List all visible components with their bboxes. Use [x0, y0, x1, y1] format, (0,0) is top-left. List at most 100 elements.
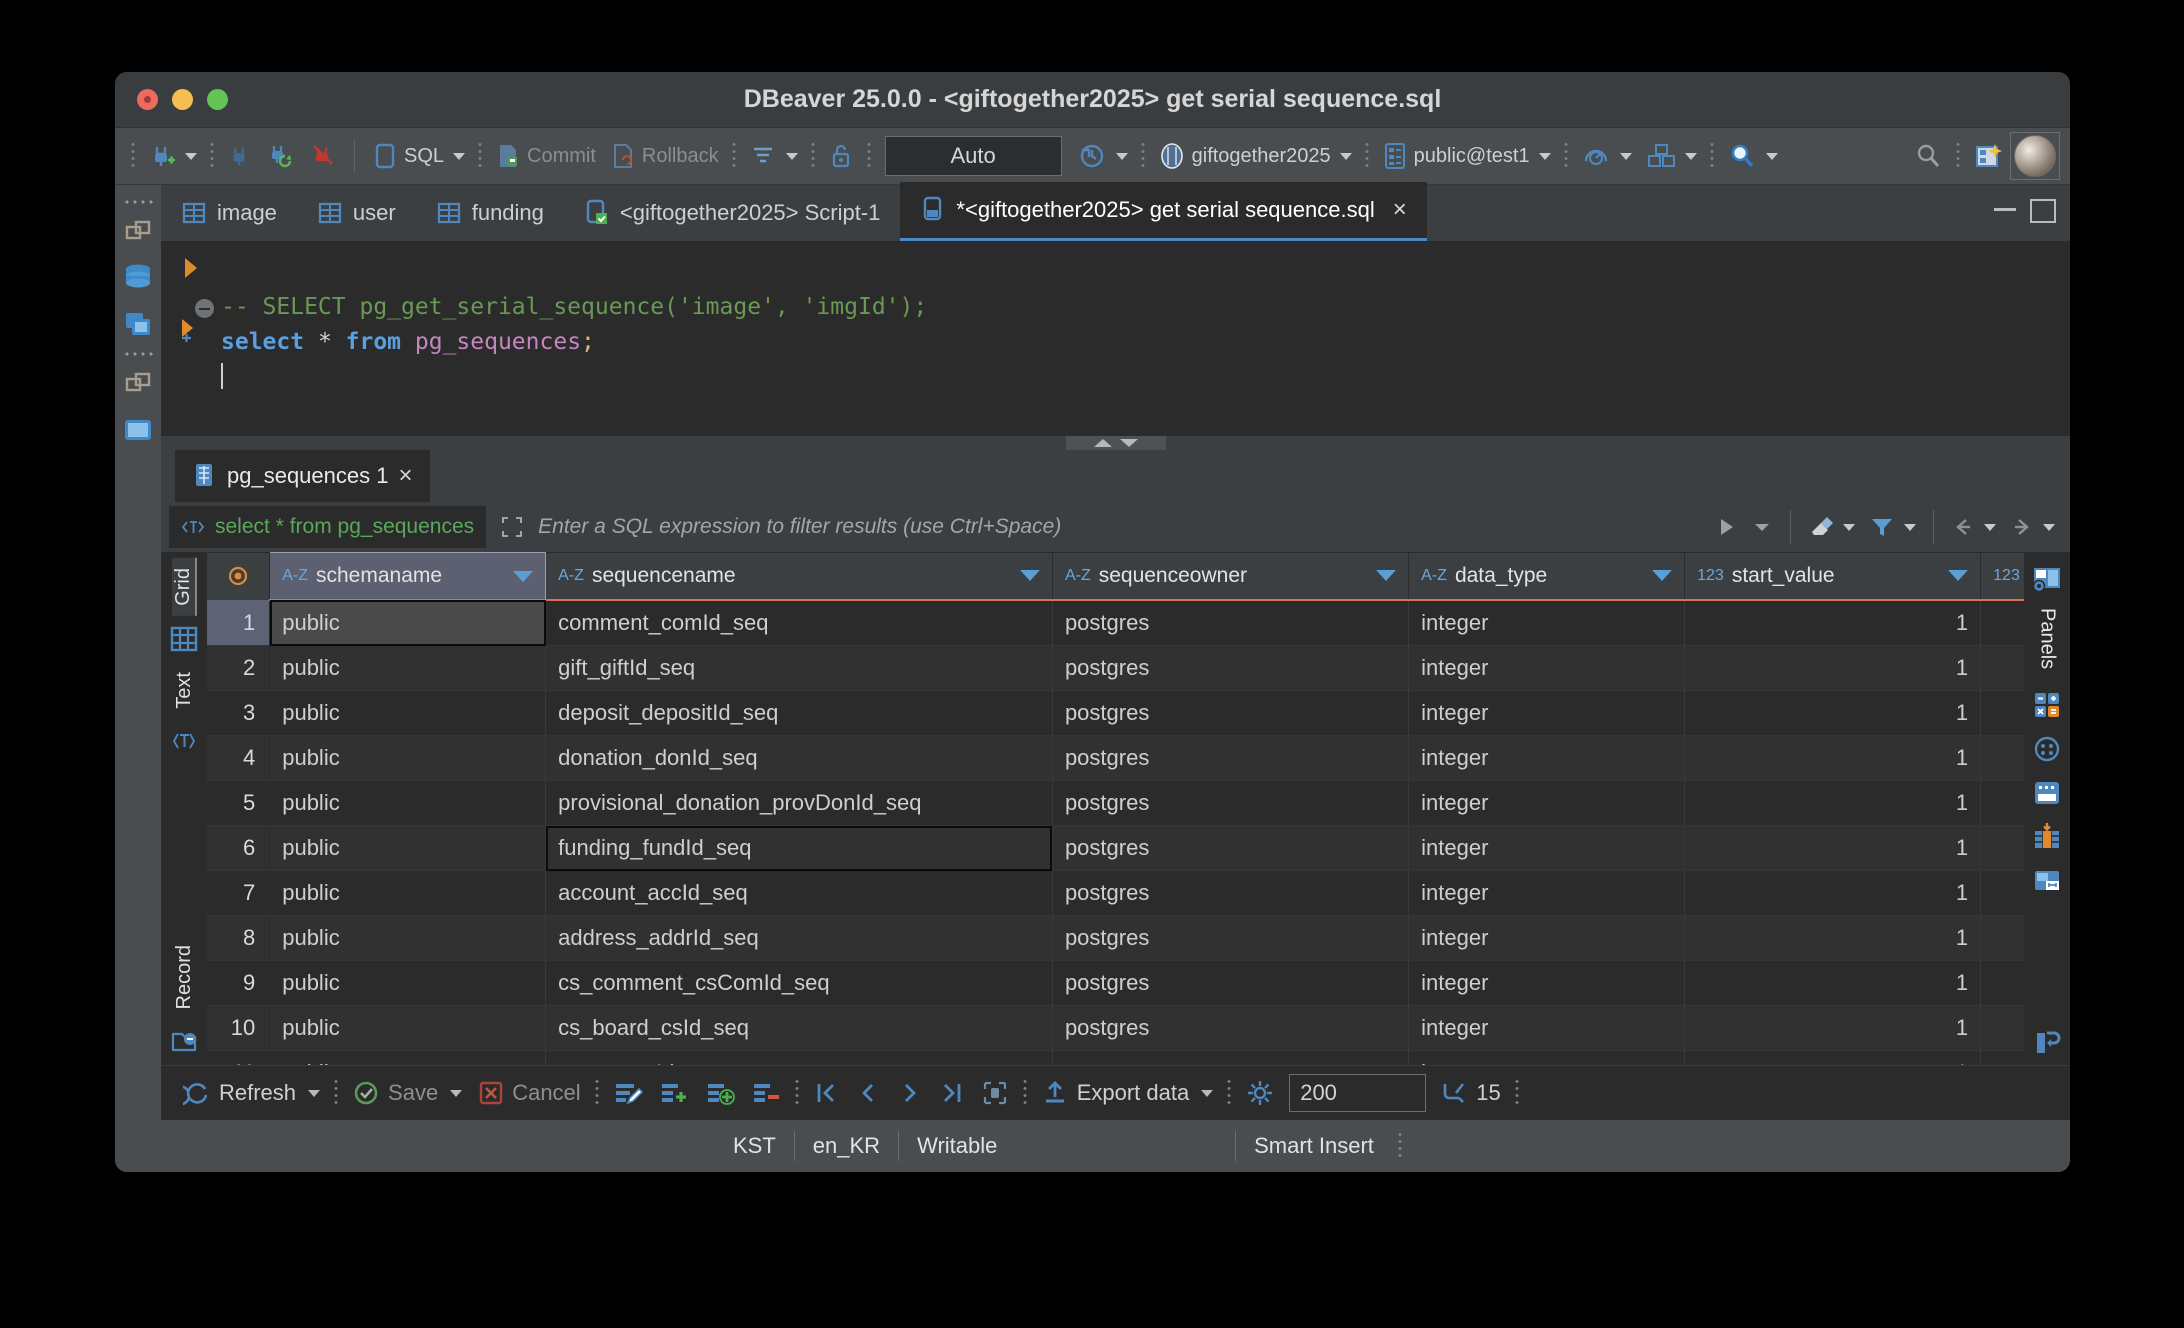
cell-min-value[interactable]	[1980, 780, 2024, 826]
new-connection-button[interactable]	[141, 134, 204, 178]
duplicate-row-button[interactable]	[697, 1079, 743, 1107]
previous-row-button[interactable]	[847, 1079, 889, 1107]
query-history-button[interactable]	[1070, 134, 1135, 178]
cell-min-value[interactable]	[1980, 690, 2024, 736]
presentation-tab-text[interactable]: Text	[173, 662, 196, 719]
cell-sequencename[interactable]: donation_donId_seq	[545, 735, 1053, 781]
cell-sequencename[interactable]: account_accId_seq	[545, 870, 1053, 916]
sql-editor-button[interactable]: SQL	[365, 134, 472, 178]
row-number[interactable]: 11	[207, 1050, 271, 1065]
cell-sequenceowner[interactable]: postgres	[1052, 870, 1410, 916]
grid-icon-wrap[interactable]	[162, 616, 206, 662]
cell-data-type[interactable]: integer	[1408, 645, 1686, 691]
sort-chevron-icon[interactable]	[1652, 570, 1673, 582]
navigate-back-button[interactable]	[1944, 505, 2003, 549]
cell-sequencename[interactable]: provisional_donation_provDonId_seq	[545, 780, 1053, 826]
cell-sequenceowner[interactable]: postgres	[1052, 735, 1410, 781]
cell-start-value[interactable]: 1	[1684, 1050, 1982, 1065]
row-number[interactable]: 2	[207, 645, 271, 691]
chevron-down-icon[interactable]	[1619, 152, 1632, 160]
fetch-all-rows-button[interactable]	[973, 1079, 1017, 1107]
cell-sequencename[interactable]: cs_board_csId_seq	[545, 1005, 1053, 1051]
cell-sequencename[interactable]: gift_giftId_seq	[545, 645, 1053, 691]
filter-expression-input[interactable]: Enter a SQL expression to filter results…	[486, 506, 1708, 548]
results-tab-close-button[interactable]: ×	[398, 462, 412, 490]
cell-sequencename[interactable]: funding_fundId_seq	[545, 825, 1053, 871]
fetch-settings-button[interactable]	[1237, 1078, 1283, 1108]
chevron-down-icon[interactable]	[453, 152, 466, 160]
chevron-down-icon[interactable]	[1984, 523, 1996, 531]
cell-min-value[interactable]	[1980, 870, 2024, 916]
table-row[interactable]: 2 public gift_giftId_seq postgres intege…	[207, 645, 2024, 691]
sort-chevron-icon[interactable]	[513, 570, 534, 582]
user-avatar-button[interactable]	[2010, 132, 2060, 180]
cell-sequenceowner[interactable]: postgres	[1052, 915, 1410, 961]
presentation-tab-record[interactable]: Record	[173, 935, 196, 1019]
chevron-down-icon[interactable]	[1904, 523, 1916, 531]
text-icon-wrap[interactable]	[162, 718, 206, 764]
save-button[interactable]: Save	[344, 1079, 470, 1107]
clear-filter-button[interactable]	[1801, 505, 1862, 549]
tab-user[interactable]: user	[297, 185, 416, 241]
refresh-button[interactable]: Refresh	[175, 1079, 328, 1107]
connection-selector[interactable]: giftogether2025	[1151, 134, 1359, 178]
minimize-editor-button[interactable]	[1994, 208, 2016, 223]
cell-start-value[interactable]: 1	[1684, 690, 1982, 736]
disconnect-button[interactable]	[302, 134, 344, 178]
delete-row-button[interactable]	[743, 1079, 789, 1107]
calc-panel-button[interactable]	[2027, 683, 2067, 727]
minimize-window-button[interactable]	[172, 89, 193, 110]
column-header-start-value[interactable]: 123 start_value	[1684, 552, 1982, 601]
cell-schemaname[interactable]: public	[269, 690, 547, 736]
last-row-button[interactable]	[931, 1079, 973, 1107]
sidebar-item-project-explorer[interactable]	[116, 361, 160, 407]
cell-sequencename[interactable]: comment_comId_seq	[545, 600, 1053, 646]
table-row[interactable]: 10 public cs_board_csId_seq postgres int…	[207, 1005, 2024, 1051]
commit-button[interactable]: Commit	[488, 134, 603, 178]
cell-sequenceowner[interactable]: postgres	[1052, 1005, 1410, 1051]
cell-schemaname[interactable]: public	[269, 780, 547, 826]
editor-results-splitter[interactable]	[161, 436, 2070, 450]
cell-start-value[interactable]: 1	[1684, 735, 1982, 781]
cell-data-type[interactable]: integer	[1408, 825, 1686, 871]
cell-min-value[interactable]	[1980, 1005, 2024, 1051]
tab-close-button[interactable]: ×	[1393, 196, 1407, 224]
value-panel-button[interactable]	[2027, 727, 2067, 771]
cell-schemaname[interactable]: public	[269, 735, 547, 781]
chevron-down-icon[interactable]	[1684, 152, 1697, 160]
column-header-sequencename[interactable]: A-Z sequencename	[545, 552, 1053, 601]
cell-sequenceowner[interactable]: postgres	[1052, 825, 1410, 871]
transaction-mode-button[interactable]	[742, 134, 805, 178]
chevron-down-icon[interactable]	[1765, 152, 1778, 160]
cell-min-value[interactable]	[1980, 1050, 2024, 1065]
table-row[interactable]: 6 public funding_fundId_seq postgres int…	[207, 825, 2024, 871]
code-fold-toggle[interactable]	[195, 299, 214, 318]
cell-data-type[interactable]: integer	[1408, 780, 1686, 826]
table-row[interactable]: 8 public address_addrId_seq postgres int…	[207, 915, 2024, 961]
search-button[interactable]	[1720, 134, 1785, 178]
rollback-button[interactable]: Rollback	[603, 134, 726, 178]
chevron-down-icon[interactable]	[1843, 523, 1855, 531]
sidebar-item-database-navigator[interactable]	[116, 255, 160, 301]
sql-editor[interactable]: -- SELECT pg_get_serial_sequence('image'…	[161, 241, 2070, 436]
toggle-panels-button[interactable]	[2027, 558, 2067, 602]
sort-chevron-icon[interactable]	[1948, 570, 1969, 582]
export-data-button[interactable]: Export data	[1033, 1079, 1222, 1107]
maximize-results-button[interactable]	[2027, 1021, 2067, 1065]
apply-filter-button[interactable]	[1708, 505, 1744, 549]
next-row-button[interactable]	[889, 1079, 931, 1107]
cell-min-value[interactable]	[1980, 645, 2024, 691]
navigate-forward-button[interactable]	[2003, 505, 2062, 549]
tab-funding[interactable]: funding	[416, 185, 564, 241]
cell-start-value[interactable]: 1	[1684, 600, 1982, 646]
column-header-min-value[interactable]: 123 min_va	[1980, 552, 2024, 601]
refresh-connection-button[interactable]	[260, 134, 302, 178]
table-row[interactable]: 5 public provisional_donation_provDonId_…	[207, 780, 2024, 826]
row-number[interactable]: 3	[207, 690, 271, 736]
schema-selector[interactable]: public@test1	[1375, 134, 1558, 178]
sort-chevron-icon[interactable]	[1376, 570, 1397, 582]
column-header-sequenceowner[interactable]: A-Z sequenceowner	[1052, 552, 1410, 601]
cell-schemaname[interactable]: public	[269, 825, 547, 871]
cell-data-type[interactable]: integer	[1408, 600, 1686, 646]
maximize-editor-button[interactable]	[2030, 199, 2056, 223]
